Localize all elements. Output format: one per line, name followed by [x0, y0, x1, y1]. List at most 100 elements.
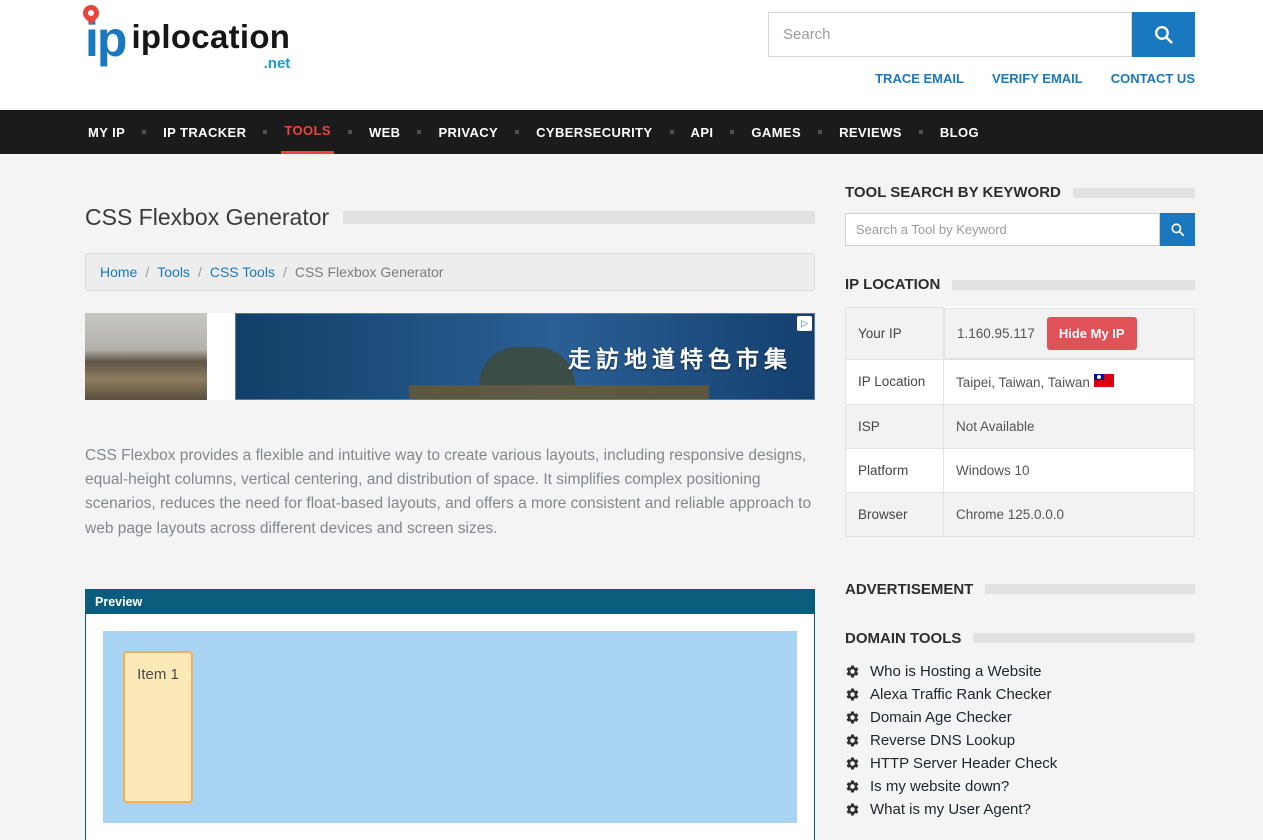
breadcrumb-link-css-tools[interactable]: CSS Tools — [210, 264, 275, 280]
nav-separator-icon — [263, 130, 267, 134]
breadcrumb-separator: / — [198, 264, 202, 280]
hide-my-ip-button[interactable]: Hide My IP — [1047, 317, 1137, 350]
nav-item-web[interactable]: WEB — [366, 110, 404, 154]
sidebar: TOOL SEARCH BY KEYWORD IP LOCATION Your … — [845, 184, 1195, 840]
tool-description: CSS Flexbox provides a flexible and intu… — [85, 444, 815, 541]
nav-separator-icon — [730, 130, 734, 134]
nav-separator-icon — [142, 130, 146, 134]
nav-item-cybersecurity[interactable]: CYBERSECURITY — [533, 110, 655, 154]
domain-tool-link[interactable]: HTTP Server Header Check — [845, 753, 1195, 775]
nav-item-blog[interactable]: BLOG — [937, 110, 982, 154]
row-label: Browser — [846, 492, 944, 536]
breadcrumb-link-tools[interactable]: Tools — [157, 264, 190, 280]
nav-separator-icon — [670, 130, 674, 134]
verify-email-link[interactable]: VERIFY EMAIL — [992, 71, 1083, 86]
tool-search-heading-text: TOOL SEARCH BY KEYWORD — [845, 184, 1061, 201]
nav-item-privacy[interactable]: PRIVACY — [435, 110, 501, 154]
domain-tool-label: Who is Hosting a Website — [870, 661, 1041, 683]
ip-location-table: Your IP 1.160.95.117 Hide My IP IP Locat… — [845, 307, 1195, 537]
trace-email-link[interactable]: TRACE EMAIL — [875, 71, 964, 86]
ad-photo — [85, 313, 207, 400]
row-label: Platform — [846, 448, 944, 492]
domain-tool-label: What is my User Agent? — [870, 799, 1031, 821]
tool-search-input[interactable] — [845, 213, 1160, 246]
ip-location-value: Taipei, Taiwan, Taiwan — [956, 375, 1090, 390]
gear-icon — [845, 710, 860, 725]
breadcrumb-link-home[interactable]: Home — [100, 264, 137, 280]
nav-item-games[interactable]: GAMES — [748, 110, 804, 154]
domain-tool-link[interactable]: Is my website down? — [845, 776, 1195, 798]
row-value: Taipei, Taiwan, Taiwan — [944, 359, 1195, 404]
gear-icon — [845, 687, 860, 702]
nav-item-my-ip[interactable]: MY IP — [85, 110, 128, 154]
site-search-input[interactable] — [768, 12, 1132, 57]
heading-decorative-bar — [952, 280, 1195, 290]
ad-banner[interactable]: 走訪地道特色市集 ▷ — [85, 313, 815, 400]
domain-tool-label: Alexa Traffic Rank Checker — [870, 684, 1051, 706]
preview-panel-body: Item 1 — [86, 614, 814, 840]
nav-item-reviews[interactable]: REVIEWS — [836, 110, 905, 154]
logo-tld: .net — [264, 55, 291, 72]
nav-separator-icon — [515, 130, 519, 134]
nav-item-tools[interactable]: TOOLS — [281, 110, 334, 154]
breadcrumb-separator: / — [145, 264, 149, 280]
site-logo[interactable]: ip iplocation .net — [85, 14, 290, 86]
page-title: CSS Flexbox Generator — [85, 204, 815, 231]
nav-separator-icon — [348, 130, 352, 134]
row-value: Chrome 125.0.0.0 — [944, 492, 1195, 536]
tool-search-heading: TOOL SEARCH BY KEYWORD — [845, 184, 1195, 201]
breadcrumb-current: CSS Flexbox Generator — [295, 264, 444, 280]
table-row: Browser Chrome 125.0.0.0 — [846, 492, 1195, 536]
domain-tool-link[interactable]: Who is Hosting a Website — [845, 661, 1195, 683]
breadcrumb-separator: / — [283, 264, 287, 280]
flexbox-preview-item-1: Item 1 — [123, 651, 193, 803]
row-label: Your IP — [846, 308, 944, 360]
heading-decorative-bar — [1073, 188, 1195, 198]
page-title-text: CSS Flexbox Generator — [85, 204, 329, 231]
logo-wordmark: iplocation — [131, 20, 290, 53]
flexbox-preview-container: Item 1 — [103, 631, 797, 823]
gear-icon — [845, 756, 860, 771]
nav-separator-icon — [417, 130, 421, 134]
domain-tool-link[interactable]: Domain Age Checker — [845, 707, 1195, 729]
domain-tool-link[interactable]: Alexa Traffic Rank Checker — [845, 684, 1195, 706]
domain-tool-link[interactable]: Reverse DNS Lookup — [845, 730, 1195, 752]
advertisement-heading-text: ADVERTISEMENT — [845, 581, 973, 598]
row-value: Not Available — [944, 404, 1195, 448]
tool-search-button[interactable] — [1160, 213, 1195, 246]
domain-tools-heading-text: DOMAIN TOOLS — [845, 630, 961, 647]
gear-icon — [845, 779, 860, 794]
table-row: ISP Not Available — [846, 404, 1195, 448]
domain-tools-heading: DOMAIN TOOLS — [845, 630, 1195, 647]
domain-tool-label: Domain Age Checker — [870, 707, 1012, 729]
heading-decorative-bar — [973, 633, 1195, 643]
row-value: 1.160.95.117 Hide My IP — [944, 308, 1195, 359]
site-header: ip iplocation .net TRACE EMAIL VERIFY EM… — [0, 0, 1263, 110]
ad-dome-silhouette — [479, 347, 575, 385]
domain-tool-label: Reverse DNS Lookup — [870, 730, 1015, 752]
table-row: IP Location Taipei, Taiwan, Taiwan — [846, 359, 1195, 404]
tool-search — [845, 213, 1195, 246]
preview-panel: Preview Item 1 — [85, 589, 815, 840]
adchoices-icon[interactable]: ▷ — [797, 316, 812, 331]
domain-tool-link[interactable]: What is my User Agent? — [845, 799, 1195, 821]
contact-us-link[interactable]: CONTACT US — [1111, 71, 1195, 86]
taiwan-flag-icon — [1094, 374, 1114, 387]
domain-tool-label: HTTP Server Header Check — [870, 753, 1057, 775]
logo-mark: ip — [85, 14, 125, 64]
site-search — [768, 12, 1195, 57]
table-row: Your IP 1.160.95.117 Hide My IP — [846, 308, 1195, 360]
nav-item-api[interactable]: API — [688, 110, 717, 154]
table-row: Platform Windows 10 — [846, 448, 1195, 492]
breadcrumb: Home / Tools / CSS Tools / CSS Flexbox G… — [85, 253, 815, 291]
ad-building-silhouette — [409, 385, 709, 399]
title-decorative-bar — [343, 211, 815, 224]
nav-item-ip-tracker[interactable]: IP TRACKER — [160, 110, 249, 154]
nav-separator-icon — [919, 130, 923, 134]
row-label: ISP — [846, 404, 944, 448]
domain-tool-label: Is my website down? — [870, 776, 1009, 798]
header-links: TRACE EMAIL VERIFY EMAIL CONTACT US — [768, 71, 1195, 86]
site-search-button[interactable] — [1132, 12, 1195, 57]
ip-location-heading: IP LOCATION — [845, 276, 1195, 293]
ad-creative: 走訪地道特色市集 ▷ — [235, 313, 815, 400]
